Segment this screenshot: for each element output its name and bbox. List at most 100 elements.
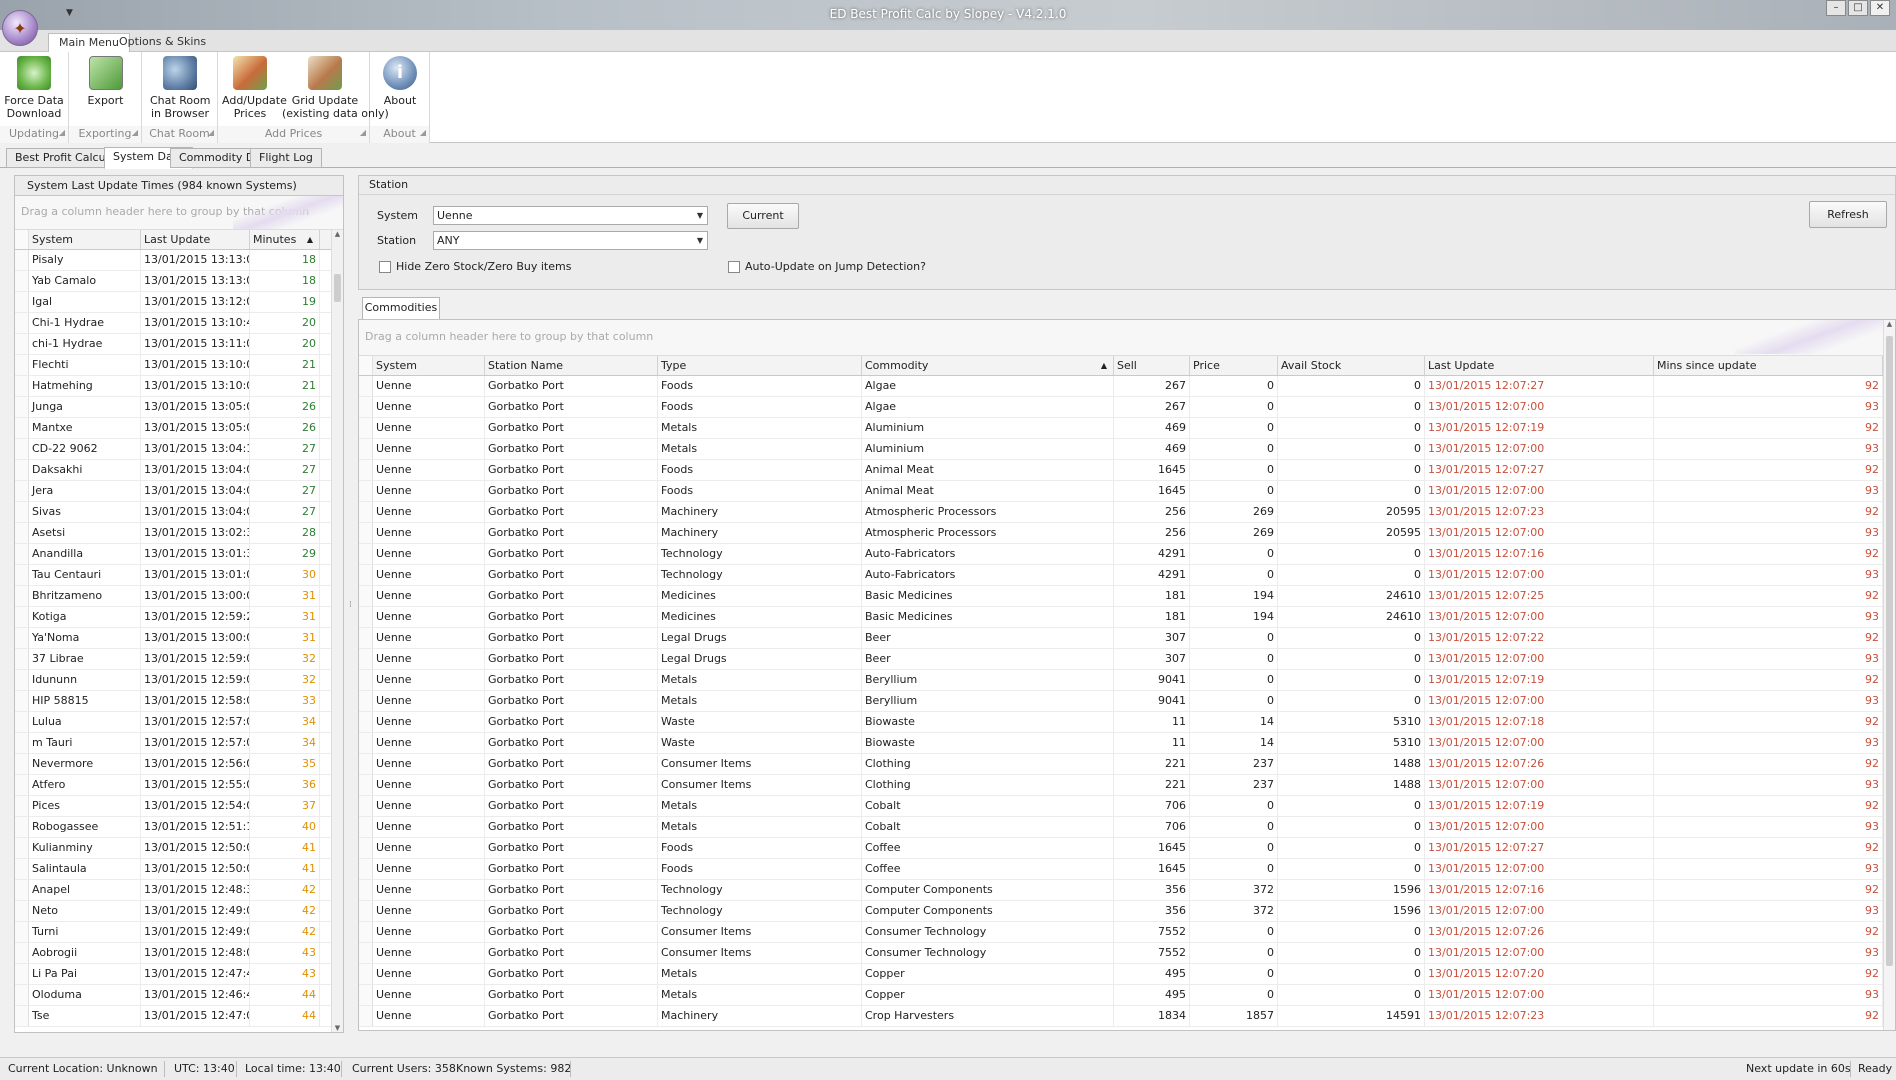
hide-zero-checkbox[interactable]: Hide Zero Stock/Zero Buy items	[379, 260, 571, 273]
row-indicator[interactable]	[15, 271, 29, 291]
row-indicator[interactable]	[359, 544, 373, 564]
table-row[interactable]: Uenne Gorbatko Port Metals Copper 495 0 0 13/01…	[359, 985, 1895, 1006]
table-row[interactable]: Uenne Gorbatko Port Machinery Atmospheric P…	[359, 523, 1895, 544]
col-header-sell[interactable]: Sell	[1114, 356, 1190, 375]
row-indicator[interactable]	[15, 796, 29, 816]
col-header-commodity[interactable]: Commodity ▲	[862, 356, 1114, 375]
row-indicator[interactable]	[359, 859, 373, 879]
table-row[interactable]: Anapel 13/01/2015 12:48:32 42	[15, 880, 343, 901]
table-row[interactable]: Uenne Gorbatko Port Metals Cobalt 706 0 0 13/01…	[359, 796, 1895, 817]
table-row[interactable]: Anandilla 13/01/2015 13:01:37 29	[15, 544, 343, 565]
table-row[interactable]: Pices 13/01/2015 12:54:00 37	[15, 796, 343, 817]
row-indicator[interactable]	[359, 775, 373, 795]
row-indicator[interactable]	[359, 523, 373, 543]
col-header-last-update[interactable]: Last Update	[1425, 356, 1654, 375]
col-header-system[interactable]: System	[29, 230, 141, 249]
app-menu-button[interactable]: ✦	[2, 10, 38, 46]
scroll-up-icon[interactable]: ▲	[332, 230, 343, 238]
table-row[interactable]: Ya'Noma 13/01/2015 13:00:00 31	[15, 628, 343, 649]
row-indicator[interactable]	[15, 628, 29, 648]
row-indicator[interactable]	[15, 313, 29, 333]
table-row[interactable]: Uenne Gorbatko Port Metals Aluminium 469 0 0 13…	[359, 418, 1895, 439]
system-combo[interactable]: Uenne ▼	[433, 206, 708, 225]
refresh-button[interactable]: Refresh	[1809, 201, 1887, 228]
row-indicator[interactable]	[15, 712, 29, 732]
table-row[interactable]: Uenne Gorbatko Port Waste Biowaste 11 14 5310 1…	[359, 733, 1895, 754]
table-row[interactable]: Lulua 13/01/2015 12:57:00 34	[15, 712, 343, 733]
auto-update-checkbox[interactable]: Auto-Update on Jump Detection?	[728, 260, 926, 273]
row-indicator[interactable]	[15, 922, 29, 942]
table-row[interactable]: Asetsi 13/01/2015 13:02:32 28	[15, 523, 343, 544]
row-indicator[interactable]	[15, 523, 29, 543]
row-indicator[interactable]	[359, 796, 373, 816]
row-indicator[interactable]	[359, 1006, 373, 1026]
row-indicator[interactable]	[15, 544, 29, 564]
grid-update-button[interactable]: Grid Update (existing data only)	[282, 56, 389, 120]
table-row[interactable]: Uenne Gorbatko Port Machinery Crop Harveste…	[359, 1006, 1895, 1027]
row-indicator[interactable]	[15, 292, 29, 312]
table-row[interactable]: Uenne Gorbatko Port Foods Algae 267 0 0 13/01/2…	[359, 397, 1895, 418]
table-row[interactable]: Pisaly 13/01/2015 13:13:00 18	[15, 250, 343, 271]
row-indicator[interactable]	[15, 775, 29, 795]
row-indicator[interactable]	[359, 376, 373, 396]
scroll-thumb[interactable]	[334, 274, 341, 302]
row-indicator[interactable]	[15, 481, 29, 501]
row-indicator[interactable]	[15, 838, 29, 858]
table-row[interactable]: Hatmehing 13/01/2015 13:10:00 21	[15, 376, 343, 397]
table-row[interactable]: chi-1 Hydrae 13/01/2015 13:11:00 20	[15, 334, 343, 355]
table-row[interactable]: Turni 13/01/2015 12:49:05 42	[15, 922, 343, 943]
scroll-up-icon[interactable]: ▲	[1884, 320, 1895, 328]
row-indicator[interactable]	[359, 712, 373, 732]
row-indicator[interactable]	[359, 880, 373, 900]
row-indicator[interactable]	[15, 943, 29, 963]
table-row[interactable]: Flechti 13/01/2015 13:10:00 21	[15, 355, 343, 376]
close-icon[interactable]: ✕	[1870, 0, 1890, 16]
chat-room-button[interactable]: Chat Room in Browser	[150, 56, 211, 120]
table-row[interactable]: Uenne Gorbatko Port Machinery Atmospheric P…	[359, 502, 1895, 523]
table-row[interactable]: Robogassee 13/01/2015 12:51:19 40	[15, 817, 343, 838]
row-indicator[interactable]	[15, 691, 29, 711]
col-header-last-update[interactable]: Last Update	[141, 230, 250, 249]
row-indicator[interactable]	[15, 733, 29, 753]
table-row[interactable]: Uenne Gorbatko Port Metals Beryllium 9041 0 0 1…	[359, 691, 1895, 712]
table-row[interactable]: Nevermore 13/01/2015 12:56:00 35	[15, 754, 343, 775]
force-download-button[interactable]: Force Data Download	[4, 56, 64, 120]
row-indicator[interactable]	[15, 607, 29, 627]
table-row[interactable]: Uenne Gorbatko Port Medicines Basic Medicin…	[359, 586, 1895, 607]
row-indicator[interactable]	[15, 985, 29, 1005]
row-indicator[interactable]	[359, 838, 373, 858]
table-row[interactable]: Uenne Gorbatko Port Metals Copper 495 0 0 13/01…	[359, 964, 1895, 985]
table-row[interactable]: Uenne Gorbatko Port Technology Computer Com…	[359, 901, 1895, 922]
table-row[interactable]: Uenne Gorbatko Port Legal Drugs Beer 307 0 0 13…	[359, 649, 1895, 670]
row-indicator[interactable]	[15, 649, 29, 669]
table-row[interactable]: Chi-1 Hydrae 13/01/2015 13:10:44 20	[15, 313, 343, 334]
table-row[interactable]: m Tauri 13/01/2015 12:57:00 34	[15, 733, 343, 754]
table-row[interactable]: Tau Centauri 13/01/2015 13:01:01 30	[15, 565, 343, 586]
table-row[interactable]: Igal 13/01/2015 13:12:00 19	[15, 292, 343, 313]
row-indicator[interactable]	[15, 1006, 29, 1026]
row-indicator[interactable]	[359, 397, 373, 417]
table-row[interactable]: Bhritzameno 13/01/2015 13:00:00 31	[15, 586, 343, 607]
col-header-system[interactable]: System	[373, 356, 485, 375]
row-indicator[interactable]	[359, 964, 373, 984]
col-header-mins-since-update[interactable]: Mins since update	[1654, 356, 1883, 375]
row-indicator[interactable]	[15, 670, 29, 690]
table-row[interactable]: 37 Librae 13/01/2015 12:59:00 32	[15, 649, 343, 670]
table-row[interactable]: Uenne Gorbatko Port Legal Drugs Beer 307 0 0 13…	[359, 628, 1895, 649]
row-indicator[interactable]	[15, 586, 29, 606]
col-header-type[interactable]: Type	[658, 356, 862, 375]
row-indicator[interactable]	[359, 460, 373, 480]
table-row[interactable]: Sivas 13/01/2015 13:04:00 27	[15, 502, 343, 523]
table-row[interactable]: Uenne Gorbatko Port Foods Animal Meat 1645 0 0…	[359, 481, 1895, 502]
table-row[interactable]: Uenne Gorbatko Port Consumer Items Consumer…	[359, 943, 1895, 964]
row-indicator[interactable]	[15, 460, 29, 480]
row-indicator[interactable]	[15, 418, 29, 438]
table-row[interactable]: Uenne Gorbatko Port Consumer Items Consumer…	[359, 922, 1895, 943]
table-row[interactable]: Uenne Gorbatko Port Technology Auto-Fabrica…	[359, 565, 1895, 586]
row-indicator[interactable]	[15, 397, 29, 417]
table-row[interactable]: Uenne Gorbatko Port Consumer Items Clothing…	[359, 775, 1895, 796]
table-row[interactable]: Uenne Gorbatko Port Metals Aluminium 469 0 0 13…	[359, 439, 1895, 460]
row-indicator[interactable]	[15, 376, 29, 396]
commodities-scrollbar[interactable]: ▲	[1883, 320, 1895, 1030]
table-row[interactable]: Kulianminy 13/01/2015 12:50:00 41	[15, 838, 343, 859]
